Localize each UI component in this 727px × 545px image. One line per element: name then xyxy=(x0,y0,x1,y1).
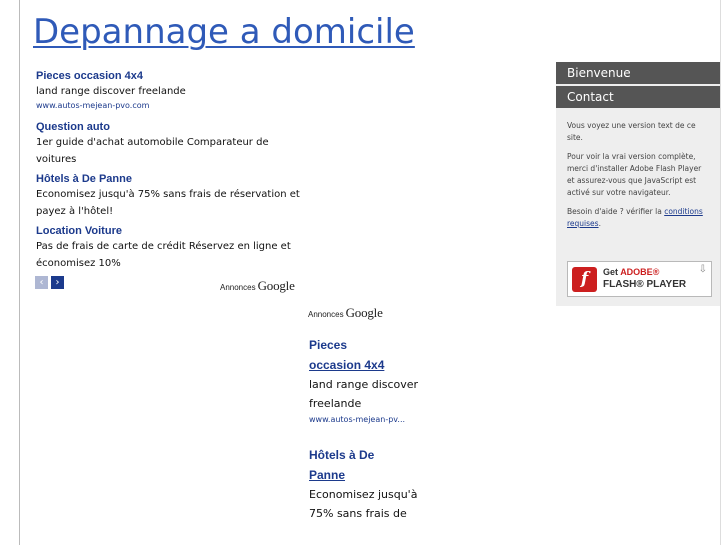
notice-text: Pour voir la vrai version complète, merc… xyxy=(567,152,702,197)
ad-title-line: Panne xyxy=(309,468,346,482)
ads-by-label: Annonces xyxy=(220,283,256,292)
ad-title[interactable]: Pieces occasion 4x4 xyxy=(36,69,306,83)
ad-item[interactable]: Pieces occasion 4x4 land range discover … xyxy=(36,66,306,117)
download-arrow-icon: ⇩ xyxy=(698,264,707,275)
ad-item[interactable]: Hôtels à De Panne Economisez jusqu'à 75%… xyxy=(309,445,419,523)
ad-text: Economisez jusqu'à 75% sans frais de xyxy=(309,488,418,520)
ad-item[interactable]: Hôtels à De Panne Economisez jusqu'à 75%… xyxy=(36,169,306,221)
ad-title-line: Pieces xyxy=(309,338,348,352)
adobe-label: ADOBE® xyxy=(620,267,660,277)
page-title[interactable]: Depannage a domicile xyxy=(33,10,415,54)
right-border xyxy=(720,0,721,545)
ad-text: 1er guide d'achat automobile Comparateur… xyxy=(36,137,269,165)
ad-item[interactable]: Pieces occasion 4x4 land range discover … xyxy=(309,335,419,427)
flash-get-text: Get ADOBE® xyxy=(603,267,659,277)
menu-item-contact[interactable]: Contact xyxy=(556,86,720,110)
ad-text: land range discover freelande xyxy=(36,86,186,97)
help-prefix: Besoin d'aide ? vérifier la xyxy=(567,207,662,216)
ad-title[interactable]: Pieces occasion 4x4 xyxy=(309,335,419,375)
ad-title[interactable]: Hôtels à De Panne xyxy=(309,445,419,485)
ad-item[interactable]: Location Voiture Pas de frais de carte d… xyxy=(36,221,306,270)
get-label: Get xyxy=(603,267,619,277)
ad-navigation: ‹ › Annonces Google xyxy=(35,275,305,294)
ads-by-google-link[interactable]: Annonces Google xyxy=(308,302,383,321)
help-text: Besoin d'aide ? vérifier la conditions r… xyxy=(567,206,707,230)
ad-title[interactable]: Location Voiture xyxy=(36,224,306,238)
ad-title-line: occasion 4x4 xyxy=(309,358,385,372)
ad-item[interactable]: Question auto 1er guide d'achat automobi… xyxy=(36,117,306,169)
ad-text: Pas de frais de carte de crédit Réservez… xyxy=(36,241,291,269)
flash-player-label: FLASH® PLAYER xyxy=(603,279,687,290)
ad-url[interactable]: www.autos-mejean-pvo.com xyxy=(36,100,306,112)
ads-by-google-link[interactable]: Annonces Google xyxy=(220,275,295,294)
ad-url[interactable]: www.autos-mejean-pv... xyxy=(309,413,419,427)
menu-item-bienvenue[interactable]: Bienvenue xyxy=(556,62,720,86)
google-brand: Google xyxy=(257,278,295,293)
google-brand: Google xyxy=(345,305,383,320)
get-flash-player-button[interactable]: f Get ADOBE® FLASH® PLAYER ⇩ xyxy=(567,261,712,297)
ads-by-label: Annonces xyxy=(308,310,344,319)
previous-ad-button[interactable]: ‹ xyxy=(35,276,48,289)
ad-title[interactable]: Hôtels à De Panne xyxy=(36,172,306,186)
flash-logo-icon: f xyxy=(572,267,597,292)
left-border xyxy=(19,0,20,545)
ad-unit-horizontal: Pieces occasion 4x4 land range discover … xyxy=(36,66,306,270)
sidebar: Bienvenue Contact Vous voyez une version… xyxy=(556,62,720,306)
ad-unit-vertical: Pieces occasion 4x4 land range discover … xyxy=(309,335,419,541)
ad-text: Economisez jusqu'à 75% sans frais de rés… xyxy=(36,189,300,217)
flash-notice: Vous voyez une version text de ce site. … xyxy=(567,120,707,237)
notice-text: Vous voyez une version text de ce site. xyxy=(567,121,696,142)
ad-text: land range discover freelande xyxy=(309,378,419,410)
next-ad-button[interactable]: › xyxy=(51,276,64,289)
ad-title[interactable]: Question auto xyxy=(36,120,306,134)
help-suffix: . xyxy=(598,219,601,228)
ad-title-line: Hôtels à De xyxy=(309,448,375,462)
